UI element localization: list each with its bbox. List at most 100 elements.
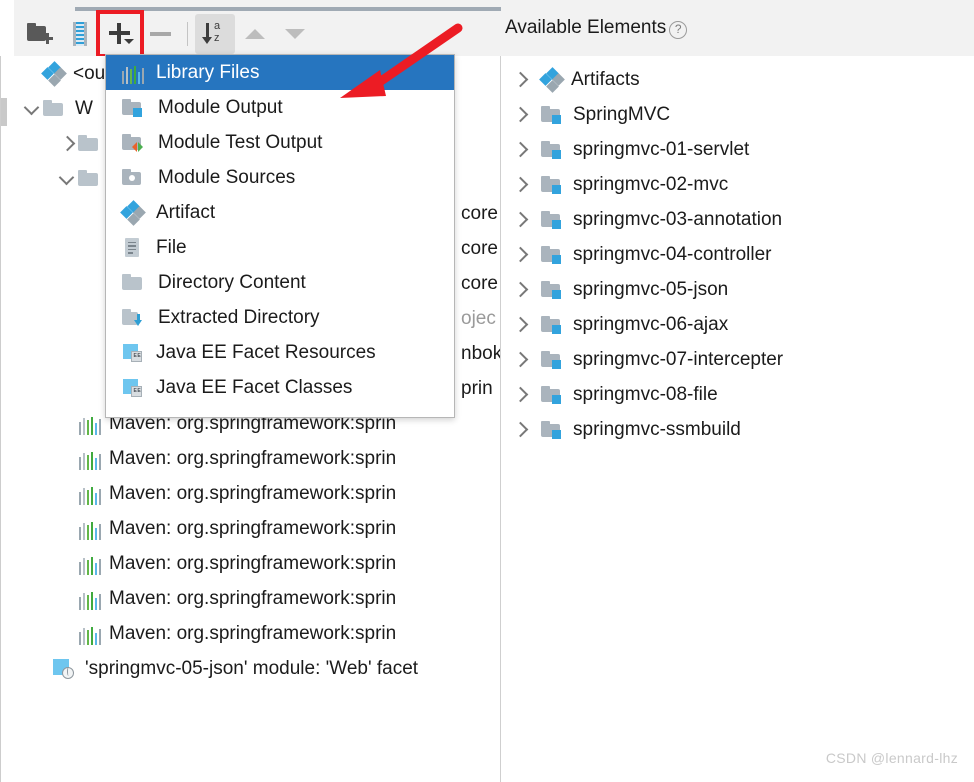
menu-item-artifact[interactable]: Artifact — [106, 195, 454, 230]
module-icon — [541, 349, 565, 371]
tree-row-label: prin — [461, 377, 493, 399]
menu-item-extracted-directory[interactable]: Extracted Directory — [106, 300, 454, 335]
chevron-right-icon[interactable] — [509, 104, 531, 126]
menu-item-directory-content[interactable]: Directory Content — [106, 265, 454, 300]
chevron-right-icon[interactable] — [509, 349, 531, 371]
module-sources-icon — [122, 167, 146, 189]
chevron-right-icon[interactable] — [509, 244, 531, 266]
available-element-row[interactable]: springmvc-03-annotation — [509, 202, 782, 237]
move-down-button[interactable] — [275, 14, 315, 54]
chevron-right-icon[interactable] — [509, 209, 531, 231]
chevron-right-icon[interactable] — [509, 174, 531, 196]
move-up-button[interactable] — [235, 14, 275, 54]
menu-item-module-output[interactable]: Module Output — [106, 90, 454, 125]
tree-row-maven[interactable]: Maven: org.springframework:sprin — [79, 441, 396, 476]
add-jar-button[interactable] — [60, 14, 100, 54]
tree-row[interactable]: core — [453, 266, 498, 301]
chevron-right-icon[interactable] — [509, 69, 531, 91]
available-element-row[interactable]: springmvc-08-file — [509, 377, 718, 412]
tree-row-label: Maven: org.springframework:sprin — [109, 552, 397, 574]
menu-item-label: Library Files — [156, 61, 260, 83]
chevron-right-icon[interactable] — [509, 314, 531, 336]
tree-row[interactable]: <out — [21, 56, 111, 91]
available-element-row[interactable]: springmvc-07-intercepter — [509, 342, 783, 377]
available-element-row[interactable]: springmvc-04-controller — [509, 237, 772, 272]
menu-item-library-files[interactable]: Library Files — [106, 55, 454, 90]
tree-row[interactable]: nbok — [453, 336, 500, 371]
library-bars-icon — [79, 483, 102, 505]
chevron-right-icon[interactable] — [56, 133, 78, 155]
available-element-row[interactable]: springmvc-ssmbuild — [509, 412, 741, 447]
tree-row-maven[interactable]: Maven: org.springframework:sprin — [79, 476, 396, 511]
available-element-row[interactable]: SpringMVC — [509, 97, 670, 132]
sort-az-icon: a z — [201, 20, 229, 47]
tree-row-maven[interactable]: Maven: org.springframework:sprin — [79, 511, 396, 546]
add-button[interactable] — [96, 10, 144, 58]
chevron-right-icon[interactable] — [509, 384, 531, 406]
tree-row-label: Maven: org.springframework:sprin — [109, 482, 397, 504]
library-bars-icon — [79, 448, 102, 470]
java-ee-facet-icon: EE — [122, 342, 144, 364]
artifact-icon — [120, 199, 146, 226]
extracted-directory-icon — [122, 307, 146, 329]
menu-item-java-ee-facet-classes[interactable]: EE Java EE Facet Classes — [106, 370, 454, 405]
menu-item-label: Artifact — [156, 201, 216, 223]
remove-button[interactable] — [140, 14, 180, 54]
tree-row[interactable] — [56, 126, 110, 161]
available-element-row[interactable]: springmvc-05-json — [509, 272, 728, 307]
sort-alphabetically-button[interactable]: a z — [195, 14, 235, 54]
module-icon — [541, 104, 565, 126]
help-icon[interactable]: ? — [669, 20, 688, 39]
tree-row-web-facet[interactable]: 'springmvc-05-json' module: 'Web' facet — [53, 651, 418, 686]
add-content-root-button[interactable] — [20, 14, 60, 54]
menu-item-label: Directory Content — [158, 271, 306, 293]
tree-row[interactable]: core — [453, 196, 498, 231]
add-element-menu[interactable]: Library Files Module Output Module Test Ou… — [105, 54, 455, 418]
tree-row-label: W — [75, 97, 93, 119]
menu-item-module-test-output[interactable]: Module Test Output — [106, 125, 454, 160]
menu-item-label: Java EE Facet Classes — [156, 376, 353, 398]
available-element-label: springmvc-04-controller — [573, 243, 772, 265]
tree-row[interactable]: prin — [453, 371, 493, 406]
tree-row-label: core — [461, 237, 498, 259]
folder-icon — [78, 133, 102, 155]
module-icon — [541, 174, 565, 196]
chevron-right-icon[interactable] — [509, 419, 531, 441]
library-bars-icon — [79, 623, 102, 645]
module-output-icon — [122, 97, 146, 119]
jar-icon — [73, 22, 87, 46]
available-element-label: springmvc-02-mvc — [573, 173, 729, 195]
chevron-right-icon[interactable] — [509, 279, 531, 301]
chevron-down-icon[interactable] — [21, 98, 43, 120]
module-icon — [541, 279, 565, 301]
tree-row[interactable] — [56, 161, 110, 196]
module-icon — [541, 244, 565, 266]
available-element-row[interactable]: Artifacts — [509, 62, 640, 97]
menu-item-java-ee-facet-resources[interactable]: EE Java EE Facet Resources — [106, 335, 454, 370]
menu-item-file[interactable]: File — [106, 230, 454, 265]
menu-item-label: Module Sources — [158, 166, 296, 188]
tree-row[interactable]: ojec — [453, 301, 496, 336]
watermark: CSDN @lennard-lhz — [825, 750, 958, 766]
menu-item-label: Module Output — [158, 96, 283, 118]
available-elements-panel[interactable]: Artifacts SpringMVC springmvc-01-servlet sp… — [501, 56, 974, 782]
menu-item-module-sources[interactable]: Module Sources — [106, 160, 454, 195]
tree-row-label: 'springmvc-05-json' module: 'Web' facet — [85, 657, 419, 679]
tree-row-maven[interactable]: Maven: org.springframework:sprin — [79, 546, 396, 581]
chevron-right-icon[interactable] — [509, 139, 531, 161]
tree-row-maven[interactable]: Maven: org.springframework:sprin — [79, 581, 396, 616]
menu-item-label: Extracted Directory — [158, 306, 320, 328]
tree-row[interactable]: core — [453, 231, 498, 266]
minus-icon — [149, 32, 171, 36]
folder-icon — [78, 168, 102, 190]
available-element-row[interactable]: springmvc-06-ajax — [509, 307, 728, 342]
available-element-row[interactable]: springmvc-02-mvc — [509, 167, 728, 202]
top-strip-left-edge — [0, 0, 14, 12]
vertical-scrollbar-thumb[interactable] — [1, 98, 7, 126]
tree-row[interactable]: W — [21, 91, 93, 126]
tree-row-maven[interactable]: Maven: org.springframework:sprin — [79, 616, 396, 651]
available-element-row[interactable]: springmvc-01-servlet — [509, 132, 749, 167]
available-elements-title: Available Elements — [505, 17, 667, 38]
chevron-down-icon[interactable] — [56, 168, 78, 190]
library-bars-icon — [79, 588, 102, 610]
